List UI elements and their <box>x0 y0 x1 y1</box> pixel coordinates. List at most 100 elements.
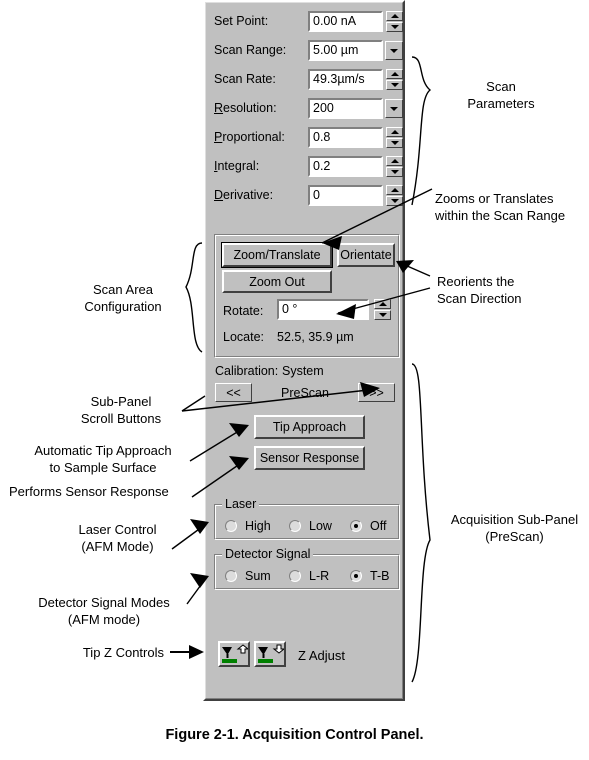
field-row-set-point: Set Point: 0.00 nA <box>214 11 403 33</box>
spinner-down-button[interactable] <box>386 138 403 148</box>
spinner-up-button[interactable] <box>386 127 403 137</box>
spinner-up-button[interactable] <box>386 69 403 79</box>
annotation-line-2: (PreScan) <box>485 529 544 544</box>
tip-up-icon <box>220 643 250 665</box>
field-row-integral: Integral: 0.2 <box>214 156 403 178</box>
annotation-line-1: Acquisition Sub-Panel <box>450 512 579 527</box>
annotation-line-2: (AFM Mode) <box>81 539 154 554</box>
tip-z-up-button[interactable] <box>218 641 250 667</box>
spinner-set-point[interactable] <box>386 11 403 32</box>
input-scan-range[interactable]: 5.00 µm <box>308 40 383 61</box>
label-scan-rate: Scan Rate: <box>214 72 276 86</box>
annotation-line-1: Sub-Panel <box>90 394 152 409</box>
label-set-point: Set Point: <box>214 14 269 28</box>
spinner-down-button[interactable] <box>386 196 403 206</box>
annotation-line-1: Reorients the <box>437 274 515 289</box>
chevron-down-icon <box>390 107 398 111</box>
input-proportional[interactable]: 0.8 <box>308 127 383 148</box>
input-rotate[interactable]: 0 ° <box>277 299 369 320</box>
zoom-translate-button[interactable]: Zoom/Translate <box>221 242 333 268</box>
triangle-up-icon <box>390 72 399 76</box>
zoom-out-button[interactable]: Zoom Out <box>222 270 332 293</box>
spinner-up-button[interactable] <box>386 11 403 21</box>
annotation-line-2: Configuration <box>84 299 162 314</box>
brace-scan-area-config <box>185 242 203 353</box>
spinner-integral[interactable] <box>386 156 403 177</box>
label-resolution-rest: esolution: <box>223 101 277 115</box>
subpanel-scroll-next-button[interactable]: >> <box>358 383 395 402</box>
triangle-down-icon <box>378 313 387 317</box>
annotation-detector-modes: Detector Signal Modes (AFM mode) <box>19 594 189 628</box>
spinner-scan-rate[interactable] <box>386 69 403 90</box>
triangle-up-icon <box>390 130 399 134</box>
triangle-up-icon <box>390 14 399 18</box>
label-rotate: Rotate: <box>223 304 264 318</box>
tip-approach-button[interactable]: Tip Approach <box>254 415 365 439</box>
radio-indicator <box>289 520 301 532</box>
spinner-proportional[interactable] <box>386 127 403 148</box>
triangle-up-icon <box>390 159 399 163</box>
input-integral[interactable]: 0.2 <box>308 156 383 177</box>
spinner-up-button[interactable] <box>374 299 391 309</box>
panel-inner-bevel: Set Point: 0.00 nA Scan Range: 5.00 µm S… <box>205 2 403 699</box>
annotation-tip-approach: Automatic Tip Approach to Sample Surface <box>19 442 187 476</box>
input-scan-rate[interactable]: 49.3µm/s <box>308 69 383 90</box>
z-adjust-label: Z Adjust <box>298 648 345 663</box>
tip-z-down-button[interactable] <box>254 641 286 667</box>
annotation-line-2: to Sample Surface <box>49 460 157 475</box>
annotation-line-1: Detector Signal Modes <box>38 595 170 610</box>
triangle-down-icon <box>390 199 399 203</box>
annotation-line-1: Automatic Tip Approach <box>34 443 172 458</box>
annotation-line-1: Scan <box>486 79 516 94</box>
spinner-derivative[interactable] <box>386 185 403 206</box>
annotation-zooms-translates: Zooms or Translates within the Scan Rang… <box>435 190 589 224</box>
annotation-line-1: Laser Control <box>78 522 157 537</box>
laser-group: Laser High Low Off <box>214 497 400 540</box>
field-row-scan-range: Scan Range: 5.00 µm <box>214 40 403 62</box>
spinner-down-button[interactable] <box>374 310 391 320</box>
input-resolution[interactable]: 200 <box>308 98 383 119</box>
detector-signal-group: Detector Signal Sum L-R T-B <box>214 547 400 590</box>
radio-label: L-R <box>309 569 330 583</box>
label-integral-rest: ntegral: <box>217 159 260 173</box>
arrowhead-tip-z-controls <box>189 645 204 659</box>
orientate-button[interactable]: Orientate <box>337 243 395 267</box>
annotation-line-2: Parameters <box>467 96 535 111</box>
dropdown-resolution-button[interactable] <box>385 99 403 118</box>
annotation-laser-control: Laser Control (AFM Mode) <box>55 521 180 555</box>
figure-caption: Figure 2-1. Acquisition Control Panel. <box>165 727 424 743</box>
annotation-line-2: Scroll Buttons <box>80 411 162 426</box>
annotation-scroll-buttons: Sub-Panel Scroll Buttons <box>62 393 180 427</box>
annotation-line-1: Performs Sensor Response <box>9 484 169 499</box>
radio-indicator-selected <box>350 520 362 532</box>
radio-label: High <box>245 519 271 533</box>
tip-down-icon <box>256 643 286 665</box>
annotation-reorients: Reorients the Scan Direction <box>437 273 577 307</box>
field-row-scan-rate: Scan Rate: 49.3µm/s <box>214 69 403 91</box>
label-proportional-rest: roportional: <box>222 130 285 144</box>
annotation-line-1: Tip Z Controls <box>82 645 164 660</box>
spinner-down-button[interactable] <box>386 80 403 90</box>
spinner-up-button[interactable] <box>386 185 403 195</box>
subpanel-scroll-prev-button[interactable]: << <box>215 383 252 402</box>
triangle-down-icon <box>390 141 399 145</box>
value-locate: 52.5, 35.9 µm <box>277 330 354 344</box>
input-set-point[interactable]: 0.00 nA <box>308 11 383 32</box>
label-derivative-rest: erivative: <box>223 188 274 202</box>
radio-label: Low <box>309 519 332 533</box>
spinner-down-button[interactable] <box>386 167 403 177</box>
annotation-line-1: Scan Area <box>93 282 153 297</box>
sensor-response-button[interactable]: Sensor Response <box>254 446 365 470</box>
input-derivative[interactable]: 0 <box>308 185 383 206</box>
radio-indicator <box>289 570 301 582</box>
spinner-down-button[interactable] <box>386 22 403 32</box>
label-derivative: Derivative: <box>214 188 274 202</box>
annotation-line-2: Scan Direction <box>437 291 522 306</box>
laser-group-title: Laser <box>222 497 260 511</box>
label-proportional: Proportional: <box>214 130 285 144</box>
dropdown-scan-range-button[interactable] <box>385 41 403 60</box>
label-scan-range: Scan Range: <box>214 43 287 57</box>
spinner-rotate[interactable] <box>374 299 391 320</box>
annotation-line-2: within the Scan Range <box>435 208 566 223</box>
spinner-up-button[interactable] <box>386 156 403 166</box>
